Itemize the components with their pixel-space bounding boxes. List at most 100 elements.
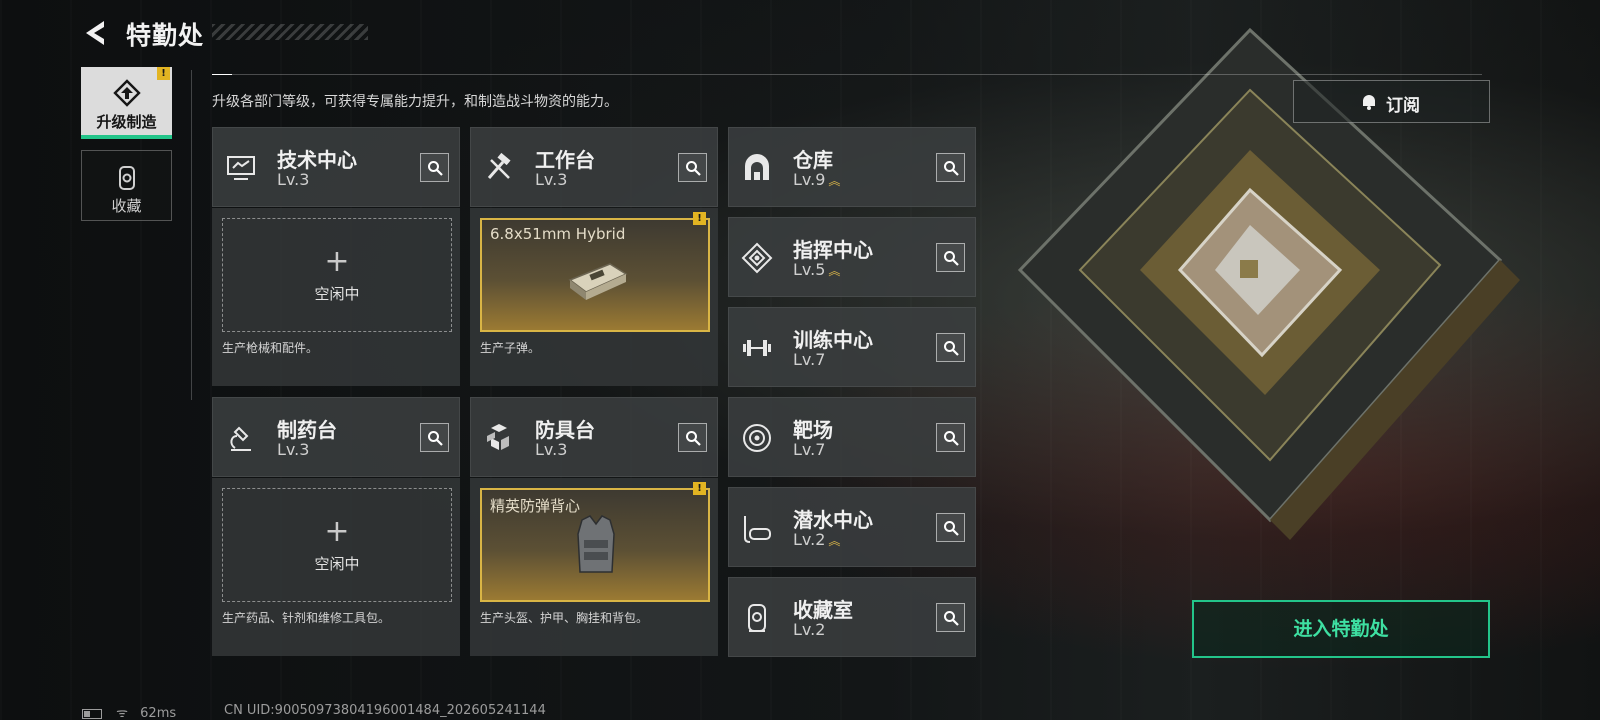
page-title: 特勤处 — [126, 21, 205, 50]
dept-name: 制药台 — [277, 418, 337, 442]
subscribe-label: 订阅 — [1386, 96, 1420, 116]
page-subtitle: 升级各部门等级，可获得专属能力提升，和制造战斗物资的能力。 — [212, 94, 618, 110]
dept-level: Lv.3 — [277, 440, 310, 459]
search-icon — [944, 521, 959, 536]
dept-level: Lv.9 ︽ — [793, 170, 840, 189]
dept-card-command-center[interactable]: 指挥中心 Lv.5 ︽ — [728, 217, 976, 297]
tab-collection[interactable]: 收藏 — [81, 150, 172, 221]
dept-card-collection-room[interactable]: 收藏室 Lv.2 — [728, 577, 976, 657]
search-button[interactable] — [936, 153, 965, 182]
dept-name: 技术中心 — [277, 148, 357, 172]
subscribe-button[interactable]: 订阅 — [1293, 80, 1490, 123]
search-icon — [944, 611, 959, 626]
search-icon — [686, 431, 701, 446]
crafting-item-name: 精英防弹背心 — [490, 497, 581, 515]
dept-name: 防具台 — [535, 418, 595, 442]
production-slot-armor-bench[interactable]: 精英防弹背心 ! 生产头盔、护甲、胸挂和背包。 — [470, 478, 718, 656]
dept-name: 仓库 — [793, 148, 833, 172]
collection-room-icon — [748, 604, 766, 632]
dept-card-shooting-range[interactable]: 靶场 Lv.7 — [728, 397, 976, 477]
production-slot-workbench[interactable]: 6.8x51mm Hybrid ! 生产子弹。 — [470, 208, 718, 386]
production-slot-tech-center[interactable]: + 空闲中 生产枪械和配件。 — [212, 208, 460, 386]
tab-upgrade-craft-label: 升级制造 — [96, 113, 157, 131]
production-description: 生产药品、针剂和维修工具包。 — [222, 611, 391, 625]
collection-icon — [118, 166, 135, 190]
upgrade-chevron-icon: ︽ — [828, 534, 840, 548]
monitor-icon — [227, 156, 255, 180]
idle-slot[interactable]: + 空闲中 — [222, 218, 452, 332]
dept-level: Lv.3 — [535, 440, 568, 459]
ping-value: 62ms — [140, 706, 177, 720]
search-button[interactable] — [420, 423, 449, 452]
upgrade-chevron-icon: ︽ — [828, 174, 840, 188]
dept-name: 工作台 — [535, 148, 595, 172]
production-description: 生产头盔、护甲、胸挂和背包。 — [480, 611, 649, 625]
tab-upgrade-craft[interactable]: 升级制造 ! — [81, 67, 172, 139]
dumbbell-icon — [743, 340, 771, 356]
search-button[interactable] — [936, 243, 965, 272]
dept-card-pharmacy[interactable]: 制药台 Lv.3 — [212, 397, 460, 477]
crafting-item-name: 6.8x51mm Hybrid — [490, 225, 626, 243]
search-button[interactable] — [678, 153, 707, 182]
ammo-box-icon — [568, 263, 628, 300]
search-icon — [944, 431, 959, 446]
idle-status: 空闲中 — [314, 555, 360, 573]
dept-name: 靶场 — [793, 418, 833, 442]
dept-level: Lv.2 — [793, 620, 826, 639]
sidebar-divider — [191, 70, 192, 400]
search-icon — [944, 251, 959, 266]
search-icon — [428, 161, 443, 176]
header-divider-accent — [212, 74, 232, 75]
dept-name: 指挥中心 — [793, 238, 873, 262]
enter-special-ops-button[interactable]: 进入特勤处 — [1192, 600, 1490, 658]
search-button[interactable] — [678, 423, 707, 452]
idle-slot[interactable]: + 空闲中 — [222, 488, 452, 602]
search-button[interactable] — [936, 423, 965, 452]
battery-icon — [82, 708, 102, 719]
target-icon — [743, 424, 771, 452]
crafting-item[interactable]: 6.8x51mm Hybrid ! — [480, 212, 710, 332]
dept-card-armor-bench[interactable]: 防具台 Lv.3 — [470, 397, 718, 477]
search-icon — [686, 161, 701, 176]
alert-badge: ! — [157, 67, 170, 80]
dept-card-warehouse[interactable]: 仓库 Lv.9 ︽ — [728, 127, 976, 207]
bell-icon — [1363, 95, 1375, 110]
dept-level: Lv.7 — [793, 440, 826, 459]
dept-level: Lv.7 — [793, 350, 826, 369]
search-icon — [944, 161, 959, 176]
production-description: 生产子弹。 — [480, 341, 541, 355]
dept-level: Lv.3 — [277, 170, 310, 189]
tab-collection-label: 收藏 — [111, 197, 142, 215]
crafting-item[interactable]: 精英防弹背心 ! — [480, 482, 710, 602]
search-button[interactable] — [420, 153, 449, 182]
dept-level: Lv.5 ︽ — [793, 260, 840, 279]
upgrade-icon — [112, 79, 141, 107]
command-diamond-icon — [741, 242, 773, 274]
alert-badge: ! — [693, 212, 706, 225]
cubes-icon — [487, 424, 509, 450]
dept-level: Lv.3 — [535, 170, 568, 189]
microscope-icon — [230, 426, 251, 451]
dept-card-tech-center[interactable]: 技术中心 Lv.3 — [212, 127, 460, 207]
dept-level: Lv.2 ︽ — [793, 530, 840, 549]
upgrade-chevron-icon: ︽ — [828, 264, 840, 278]
vault-icon — [745, 154, 769, 180]
add-icon: + — [324, 514, 350, 549]
hammer-wrench-icon — [487, 152, 511, 179]
dept-card-training-center[interactable]: 训练中心 Lv.7 — [728, 307, 976, 387]
user-uid: CN UID:9005097380419600148​4_20260524114… — [224, 703, 546, 718]
wifi-icon: ᯤ — [116, 706, 129, 720]
search-button[interactable] — [936, 333, 965, 362]
production-slot-pharmacy[interactable]: + 空闲中 生产药品、针剂和维修工具包。 — [212, 478, 460, 656]
armor-vest-icon — [577, 515, 615, 573]
search-icon — [944, 341, 959, 356]
search-button[interactable] — [936, 513, 965, 542]
dept-card-workbench[interactable]: 工作台 Lv.3 — [470, 127, 718, 207]
add-icon: + — [324, 244, 350, 279]
dept-name: 收藏室 — [793, 598, 853, 622]
search-button[interactable] — [936, 603, 965, 632]
header-divider — [212, 74, 1482, 75]
game-screen: 特勤处 升级各部门等级，可获得专属能力提升，和制造战斗物资的能力。 升级制造 !… — [0, 0, 1600, 720]
dept-card-diving-center[interactable]: 潜水中心 Lv.2 ︽ — [728, 487, 976, 567]
back-arrow-icon[interactable] — [80, 18, 110, 48]
